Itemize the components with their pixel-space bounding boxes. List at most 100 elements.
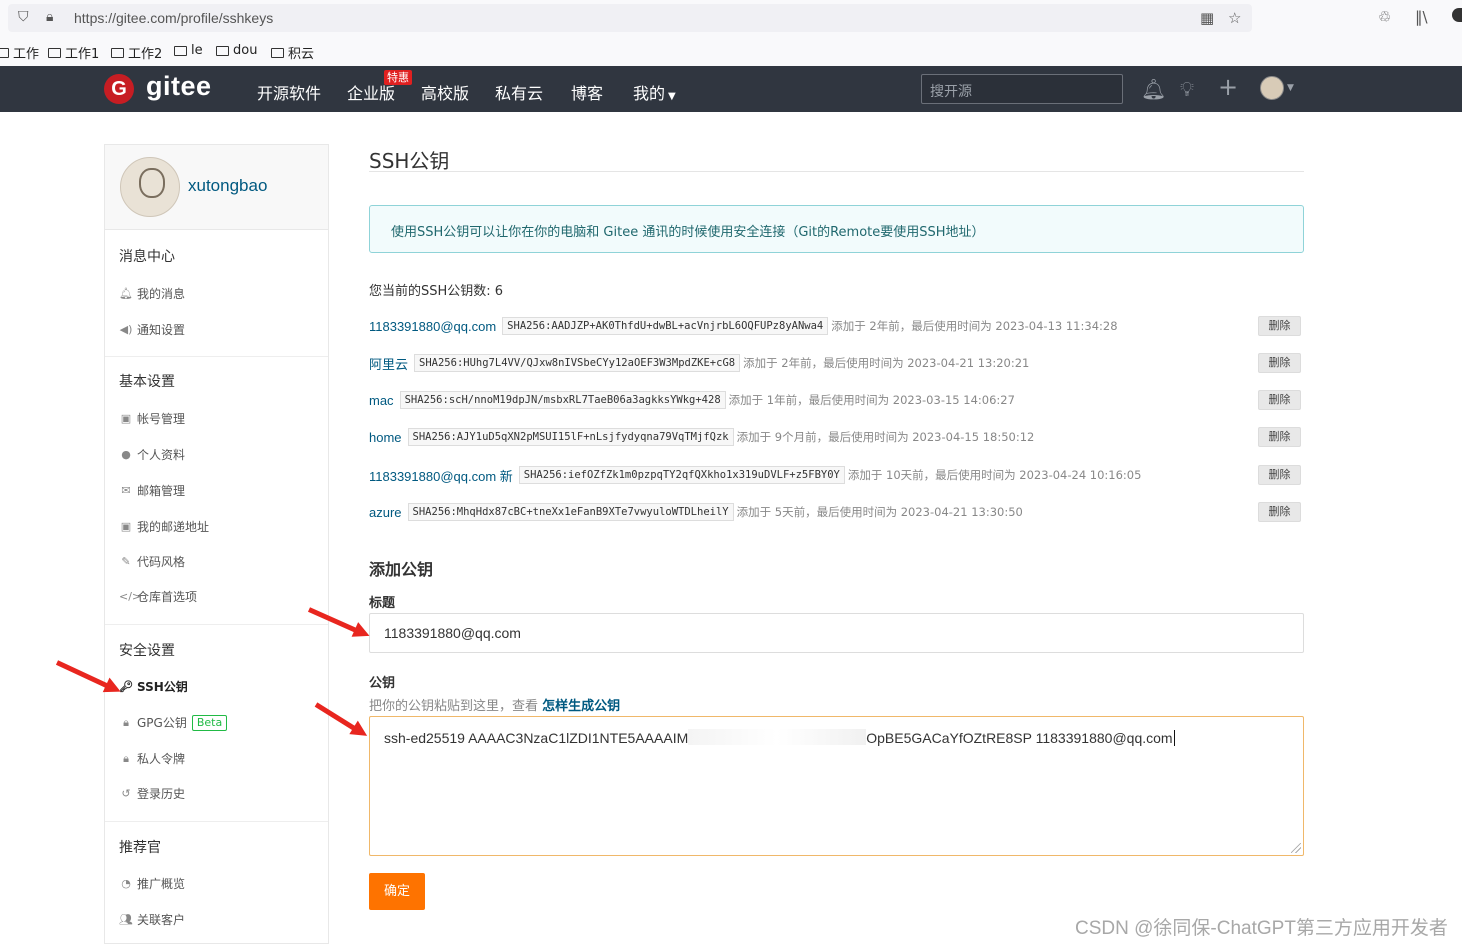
volume-icon: ◀︎) bbox=[119, 323, 133, 336]
url-bar[interactable]: ⛉ 🔒︎ https://gitee.com/profile/sshkeys ▦… bbox=[8, 4, 1252, 32]
bell-icon: 🔔︎ bbox=[119, 287, 133, 300]
bookmark-folder[interactable]: 工作2 bbox=[111, 43, 162, 62]
account-icon[interactable] bbox=[1452, 8, 1462, 22]
qr-code-icon[interactable]: ▦ bbox=[1200, 9, 1214, 27]
library-icon[interactable]: ‖\ bbox=[1415, 8, 1428, 26]
key-count: 您当前的SSH公钥数: 6 bbox=[369, 284, 504, 299]
sidebar-item-ssh-keys[interactable]: 🔑︎ SSH公钥 bbox=[119, 678, 188, 695]
nav-open-source[interactable]: 开源软件 bbox=[257, 80, 321, 104]
sidebar-item-my-messages[interactable]: 🔔︎ 我的消息 bbox=[119, 285, 185, 302]
ssh-key-row: mac SHA256:scH/nnoM19dpJN/msbxRL7TaeB06a… bbox=[369, 389, 1304, 411]
plus-icon[interactable]: + bbox=[1218, 73, 1238, 101]
bookmark-folder[interactable]: 工作1 bbox=[48, 43, 99, 62]
bookmark-label: 积云 bbox=[288, 47, 315, 62]
delete-key-button[interactable]: 删除 bbox=[1258, 427, 1301, 447]
ssh-key-row: 阿里云 SHA256:HUhg7L4VV/QJxw8nIVSbeCYy12aOE… bbox=[369, 352, 1304, 374]
code-icon: </> bbox=[119, 590, 142, 603]
profile-card: xutongbao bbox=[105, 145, 328, 230]
bookmark-folder[interactable]: 工作 bbox=[0, 43, 39, 62]
sidebar-item-address[interactable]: ▣ 我的邮递地址 bbox=[119, 518, 209, 535]
nav-private-cloud[interactable]: 私有云 bbox=[495, 80, 543, 104]
caret-down-icon[interactable]: ▼ bbox=[1287, 83, 1294, 93]
key-meta: 添加于 10天前，最后使用时间为 2023-04-24 10:16:05 bbox=[847, 468, 1142, 482]
lock-icon[interactable]: 🔒︎ bbox=[46, 9, 53, 25]
key-meta: 添加于 2年前，最后使用时间为 2023-04-21 13:20:21 bbox=[743, 356, 1030, 370]
watermark: CSDN @徐同保-ChatGPT第三方应用开发者 bbox=[1075, 918, 1448, 939]
sidebar-item-email[interactable]: ✉ 邮箱管理 bbox=[119, 482, 185, 499]
sidebar-item-promo-overview[interactable]: ◔ 推广概览 bbox=[119, 875, 185, 892]
pocket-icon[interactable]: ♲ bbox=[1378, 8, 1391, 26]
sidebar-item-label: 仓库首选项 bbox=[137, 590, 198, 604]
key-fingerprint: SHA256:HUhg7L4VV/QJxw8nIVSbeCYy12aOEF3W3… bbox=[414, 354, 741, 372]
sidebar-item-label: GPG公钥 bbox=[137, 716, 187, 730]
bookmark-label: 工作 bbox=[13, 47, 40, 62]
address-card-icon: ▣ bbox=[120, 520, 132, 533]
bookmark-folder[interactable]: 积云 bbox=[271, 43, 314, 62]
bell-icon[interactable]: 🔔︎ bbox=[1141, 77, 1166, 101]
delete-key-button[interactable]: 删除 bbox=[1258, 316, 1301, 336]
bookmark-label: le bbox=[191, 43, 203, 58]
sidebar-item-label: 我的邮递地址 bbox=[137, 520, 210, 534]
folder-icon bbox=[216, 45, 229, 56]
sidebar-item-notification-settings[interactable]: ◀︎) 通知设置 bbox=[119, 321, 185, 338]
shield-icon[interactable]: ⛉ bbox=[18, 9, 29, 25]
lightbulb-icon[interactable]: 💡︎ bbox=[1180, 77, 1194, 101]
bookmark-label: 工作2 bbox=[128, 47, 163, 62]
sidebar-item-label: 邮箱管理 bbox=[137, 484, 186, 498]
nav-mine[interactable]: 我的 ▼ bbox=[633, 80, 676, 104]
key-fingerprint: SHA256:AADJZP+AK0ThfdU+dwBL+acVnjrbL6OQF… bbox=[502, 317, 829, 335]
history-icon: ↺ bbox=[121, 787, 131, 800]
section-title-referral: 推荐官 bbox=[119, 840, 161, 856]
key-meta: 添加于 9个月前，最后使用时间为 2023-04-15 18:50:12 bbox=[736, 430, 1035, 444]
resize-handle[interactable] bbox=[1291, 843, 1301, 853]
key-meta: 添加于 2年前，最后使用时间为 2023-04-13 11:34:28 bbox=[831, 319, 1118, 333]
sidebar-item-linked-customers[interactable]: 👥︎ 关联客户 bbox=[119, 911, 185, 928]
key-hint: 把你的公钥粘贴到这里，查看 怎样生成公钥 bbox=[369, 695, 620, 714]
settings-sidebar: xutongbao 消息中心 🔔︎ 我的消息 ◀︎) 通知设置 基本设置 ▣ 帐号管理… bbox=[104, 144, 329, 944]
sidebar-item-label: 私人令牌 bbox=[137, 752, 186, 766]
sidebar-item-tokens[interactable]: 🔒︎ 私人令牌 bbox=[119, 750, 185, 767]
delete-key-button[interactable]: 删除 bbox=[1258, 390, 1301, 410]
search-input[interactable]: 搜开源 bbox=[921, 74, 1123, 104]
divider bbox=[369, 171, 1304, 172]
nav-blog[interactable]: 博客 bbox=[571, 80, 603, 104]
key-value-end: OpBE5GACaYfOZtRE8SP 1183391880@qq.com bbox=[866, 730, 1173, 746]
bookmark-folder[interactable]: le bbox=[174, 43, 203, 58]
sidebar-item-gpg-keys[interactable]: 🔒︎ GPG公钥 Beta bbox=[119, 714, 228, 731]
public-key-textarea[interactable]: ssh-ed25519 AAAAC3NzaC1lZDI1NTE5AAAAIM Op… bbox=[369, 716, 1304, 856]
delete-key-button[interactable]: 删除 bbox=[1258, 465, 1301, 485]
folder-icon bbox=[48, 47, 61, 58]
section-title-security: 安全设置 bbox=[119, 643, 175, 659]
url-text[interactable]: https://gitee.com/profile/sshkeys bbox=[74, 10, 273, 26]
sidebar-item-login-history[interactable]: ↺ 登录历史 bbox=[119, 785, 185, 802]
ssh-key-row: 1183391880@qq.com 新 SHA256:iefOZfZk1m0pz… bbox=[369, 464, 1304, 486]
key-title-input[interactable]: 1183391880@qq.com bbox=[369, 613, 1304, 653]
gitee-logo-icon[interactable]: G bbox=[104, 74, 134, 104]
username[interactable]: xutongbao bbox=[188, 176, 267, 196]
key-meta: 添加于 5天前，最后使用时间为 2023-04-21 13:30:50 bbox=[736, 505, 1023, 519]
delete-key-button[interactable]: 删除 bbox=[1258, 502, 1301, 522]
delete-key-button[interactable]: 删除 bbox=[1258, 353, 1301, 373]
sidebar-item-label: 我的消息 bbox=[137, 287, 186, 301]
avatar[interactable] bbox=[120, 157, 180, 217]
sidebar-item-code-style[interactable]: ✎ 代码风格 bbox=[119, 553, 185, 570]
submit-button[interactable]: 确定 bbox=[369, 873, 425, 910]
how-to-generate-link[interactable]: 怎样生成公钥 bbox=[542, 699, 620, 714]
user-avatar[interactable] bbox=[1260, 76, 1284, 100]
key-fingerprint: SHA256:MhqHdx87cBC+tneXx1eFanB9XTe7vwyul… bbox=[407, 503, 734, 521]
section-title-messages: 消息中心 bbox=[119, 249, 175, 265]
site-header: G gitee 开源软件 企业版 高校版 私有云 博客 我的 ▼ 搜开源 🔔︎ 💡… bbox=[0, 66, 1462, 112]
sidebar-item-repo-preferences[interactable]: </> 仓库首选项 bbox=[119, 588, 197, 605]
title-label: 标题 bbox=[369, 596, 396, 611]
sidebar-item-profile[interactable]: ● 个人资料 bbox=[119, 446, 185, 463]
sidebar-item-label: 登录历史 bbox=[137, 787, 186, 801]
users-icon: 👥︎ bbox=[119, 913, 133, 926]
nav-mine-label: 我的 bbox=[633, 84, 666, 103]
gitee-logo-text[interactable]: gitee bbox=[146, 71, 212, 102]
nav-education[interactable]: 高校版 bbox=[421, 80, 469, 104]
ssh-key-row: 1183391880@qq.com SHA256:AADJZP+AK0ThfdU… bbox=[369, 315, 1304, 337]
bookmark-folder[interactable]: dou bbox=[216, 43, 257, 58]
sidebar-item-account[interactable]: ▣ 帐号管理 bbox=[119, 410, 185, 427]
star-icon[interactable]: ☆ bbox=[1228, 9, 1241, 27]
folder-icon bbox=[271, 47, 284, 58]
